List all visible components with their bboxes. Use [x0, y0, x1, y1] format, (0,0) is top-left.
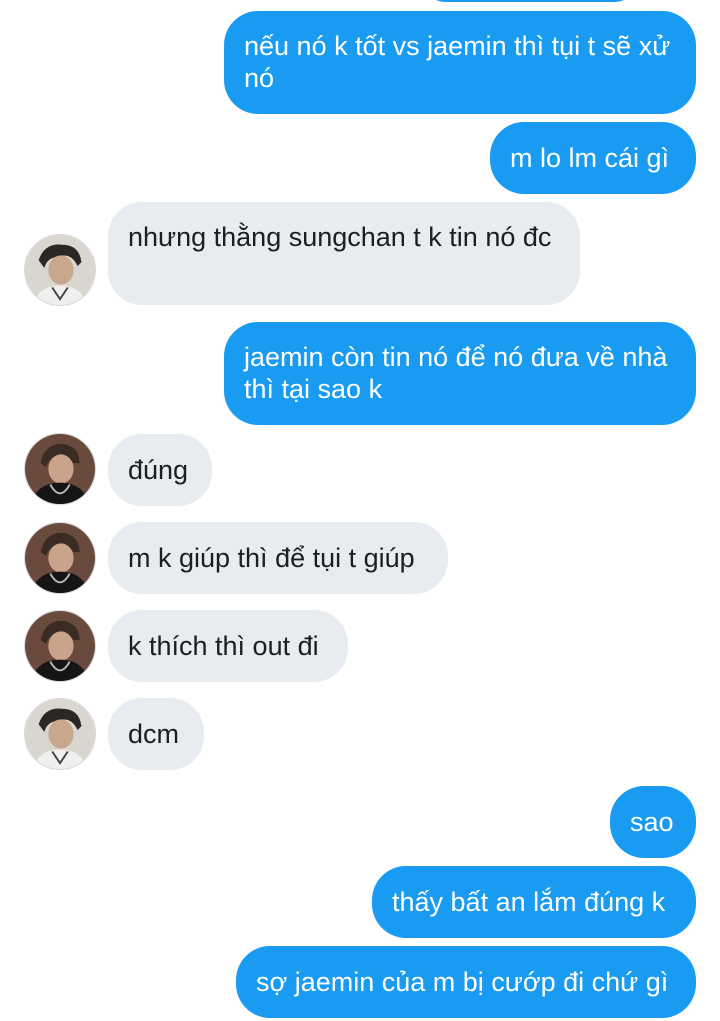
previous-message-bubble-edge	[425, 0, 635, 2]
message-text: dcm	[128, 719, 180, 749]
avatar-dark-icon[interactable]	[24, 522, 96, 594]
message-bubble-outgoing[interactable]: sợ jaemin của m bị cướp đi chứ gì	[236, 946, 696, 1018]
message-text: sao	[630, 807, 674, 837]
avatar-dark-icon[interactable]	[24, 610, 96, 682]
message-text: thấy bất an lắm đúng k	[392, 887, 666, 917]
message-bubble-outgoing[interactable]: thấy bất an lắm đúng k	[372, 866, 696, 938]
message-text: nếu nó k tốt vs jaemin thì tụi t sẽ xử n…	[244, 31, 671, 93]
chat-thread: nếu nó k tốt vs jaemin thì tụi t sẽ xử n…	[0, 0, 720, 1021]
avatar-image	[25, 523, 95, 593]
message-text: sợ jaemin của m bị cướp đi chứ gì	[256, 967, 669, 997]
message-text: đúng	[128, 455, 189, 485]
message-bubble-incoming[interactable]: nhưng thằng sungchan t k tin nó đc	[108, 202, 580, 305]
avatar-image	[25, 611, 95, 681]
message-text: m k giúp thì để tụi t giúp	[128, 543, 415, 573]
avatar-dark-icon[interactable]	[24, 433, 96, 505]
message-bubble-incoming[interactable]: k thích thì out đi	[108, 610, 348, 682]
message-bubble-incoming[interactable]: m k giúp thì để tụi t giúp	[108, 522, 448, 594]
message-bubble-outgoing[interactable]: nếu nó k tốt vs jaemin thì tụi t sẽ xử n…	[224, 11, 696, 114]
avatar-image	[25, 699, 95, 769]
message-text: m lo lm cái gì	[510, 143, 670, 173]
avatar-image	[25, 434, 95, 504]
message-bubble-incoming[interactable]: dcm	[108, 698, 204, 770]
message-text: jaemin còn tin nó để nó đưa về nhà thì t…	[244, 342, 668, 404]
message-bubble-outgoing[interactable]: m lo lm cái gì	[490, 122, 696, 194]
message-bubble-outgoing[interactable]: sao	[610, 786, 696, 858]
message-bubble-incoming[interactable]: đúng	[108, 434, 212, 506]
message-text: nhưng thằng sungchan t k tin nó đc	[128, 222, 552, 252]
message-bubble-outgoing[interactable]: jaemin còn tin nó để nó đưa về nhà thì t…	[224, 322, 696, 425]
avatar-light-icon[interactable]	[24, 698, 96, 770]
avatar-image	[25, 235, 95, 305]
message-text: k thích thì out đi	[128, 631, 319, 661]
avatar-light-icon[interactable]	[24, 234, 96, 306]
